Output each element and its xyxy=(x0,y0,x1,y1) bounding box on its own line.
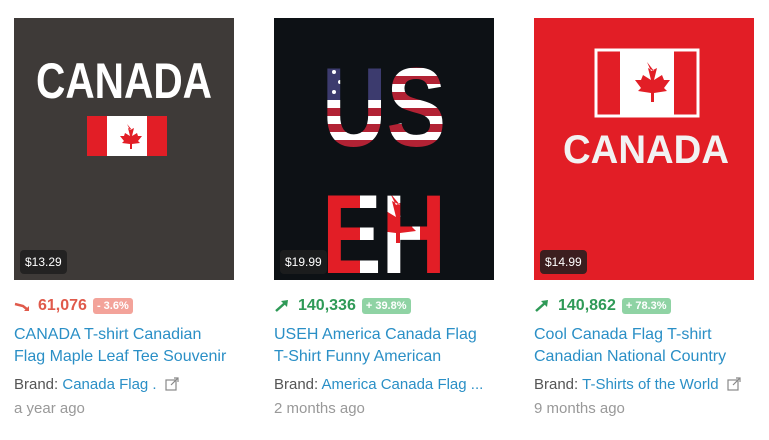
canada-red-shirt-design: CANADA xyxy=(534,18,754,280)
rank-change-badge: + 78.3% xyxy=(621,298,671,314)
listing-age: a year ago xyxy=(14,400,85,417)
canada-shirt-design: CANADA xyxy=(14,18,234,280)
brand-link[interactable]: Canada Flag . xyxy=(62,376,156,393)
canada-flag-icon xyxy=(594,48,700,118)
sales-rank: 61,076 xyxy=(38,297,87,314)
product-image[interactable]: CANADA $13.29 xyxy=(14,18,234,280)
sales-rank: 140,336 xyxy=(298,297,356,314)
brand-row: Brand: Canada Flag . xyxy=(14,376,234,396)
brand-row: Brand: T-Shirts of the World xyxy=(534,376,754,396)
rank-change-badge: + 39.8% xyxy=(361,298,411,314)
price-badge: $13.29 xyxy=(20,250,67,274)
product-card: CANADA $13.29 61,076 - 3.6% CANADA T-shi… xyxy=(14,18,234,417)
product-title-link[interactable]: CANADA T-shirt Canadian Flag Maple Leaf … xyxy=(14,324,234,368)
brand-label: Brand: xyxy=(274,376,319,393)
trend-up-arrow-icon xyxy=(535,300,548,312)
sales-rank-row: 61,076 - 3.6% xyxy=(14,296,234,316)
sales-rank: 140,862 xyxy=(558,297,616,314)
brand-link[interactable]: T-Shirts of the World xyxy=(582,376,718,393)
external-link-icon[interactable] xyxy=(165,377,179,391)
external-link-icon[interactable] xyxy=(727,377,741,391)
brand-label: Brand: xyxy=(14,376,59,393)
price-badge: $14.99 xyxy=(540,250,587,274)
brand-row: Brand: America Canada Flag ... xyxy=(274,376,494,396)
trend-up-arrow-icon xyxy=(275,300,288,312)
rank-change-badge: - 3.6% xyxy=(92,298,133,314)
brand-link[interactable]: America Canada Flag ... xyxy=(322,376,484,393)
trend-down-arrow-icon xyxy=(14,302,29,311)
sales-rank-row: 140,862 + 78.3% xyxy=(534,296,754,316)
product-image[interactable]: US EH xyxy=(274,18,494,280)
product-card: US EH xyxy=(274,18,494,417)
brand-label: Brand: xyxy=(534,376,579,393)
canada-flag-icon xyxy=(87,116,167,156)
listing-age: 2 months ago xyxy=(274,400,365,417)
product-title-link[interactable]: Cool Canada Flag T-shirt Canadian Nation… xyxy=(534,324,754,368)
useh-shirt-design: US EH xyxy=(274,18,494,280)
design-text: CANADA xyxy=(36,53,212,109)
listing-age: 9 months ago xyxy=(534,400,625,417)
product-title-link[interactable]: USEH America Canada Flag T-Shirt Funny A… xyxy=(274,324,494,368)
design-text: CANADA xyxy=(563,128,729,172)
price-badge: $19.99 xyxy=(280,250,327,274)
product-image[interactable]: CANADA $14.99 xyxy=(534,18,754,280)
sales-rank-row: 140,336 + 39.8% xyxy=(274,296,494,316)
product-card: CANADA $14.99 140,862 + 78.3% Cool Canad… xyxy=(534,18,754,417)
